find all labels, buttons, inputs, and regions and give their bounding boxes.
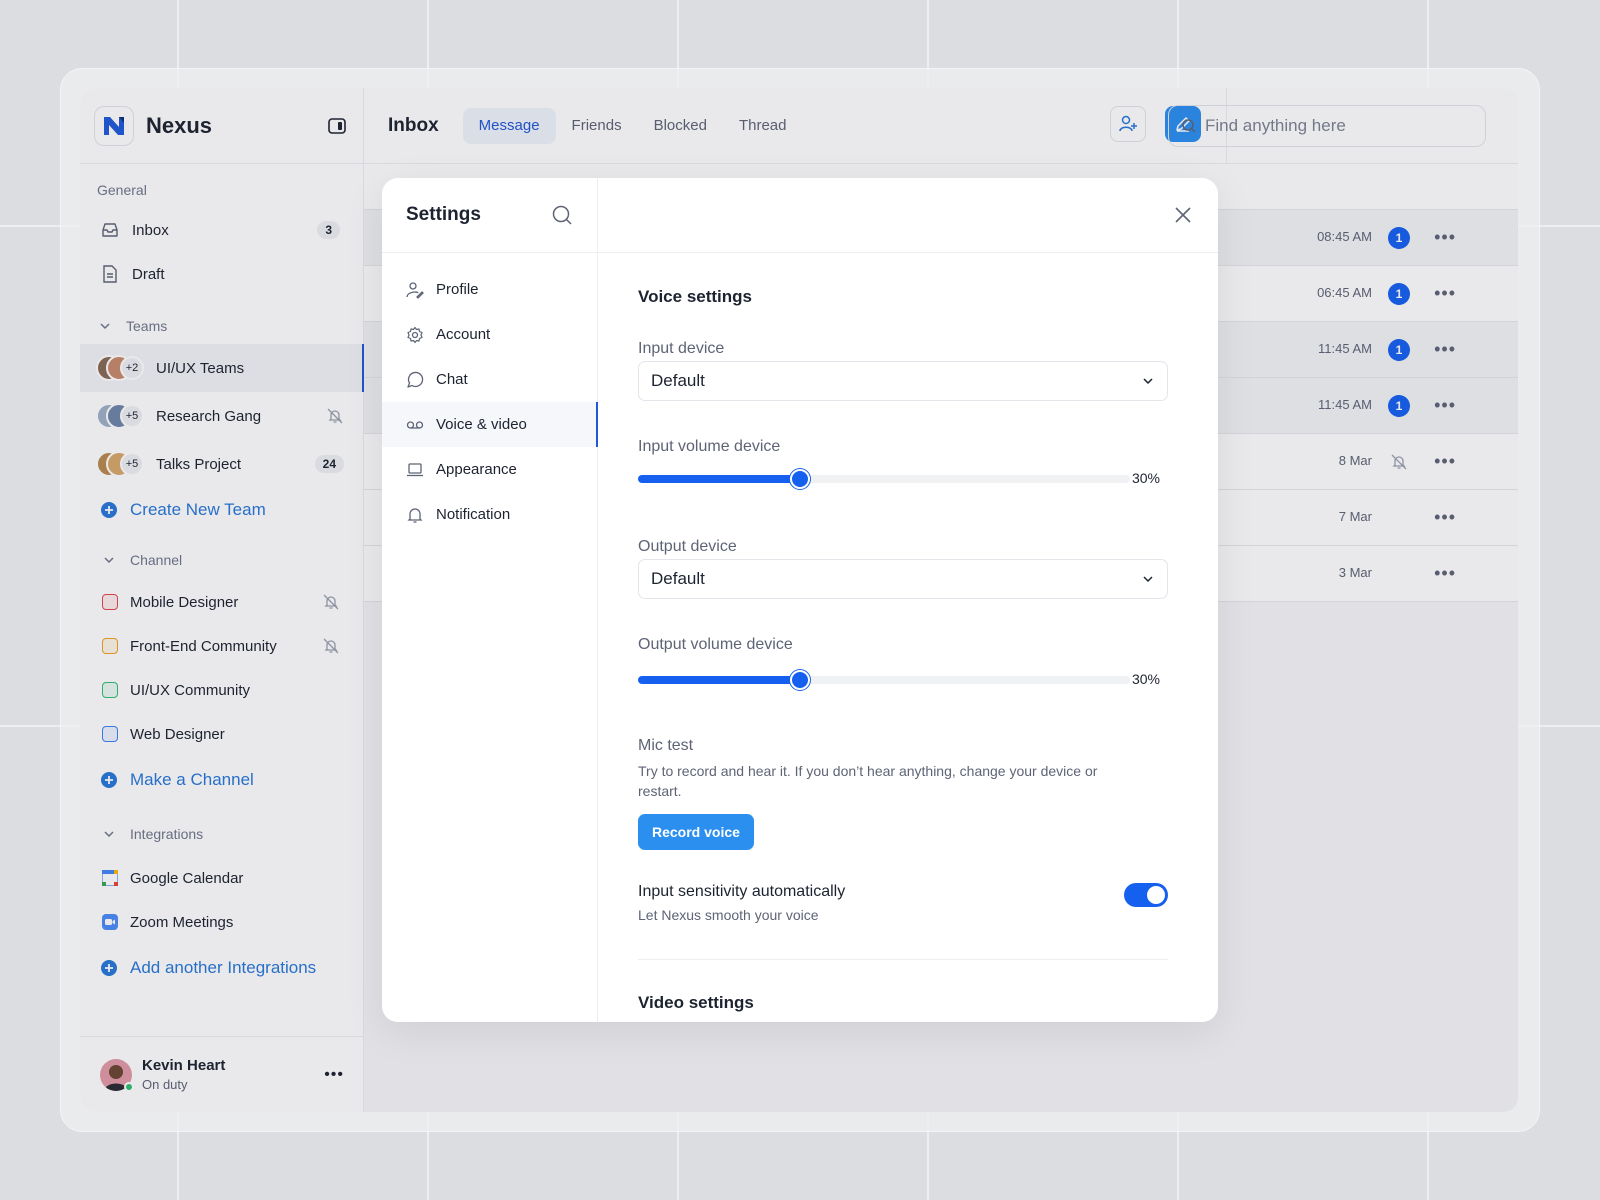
voicemail-icon (406, 416, 424, 434)
close-icon[interactable] (1172, 204, 1194, 226)
bell-icon (406, 506, 424, 524)
slider-thumb[interactable] (790, 469, 810, 489)
output-volume-label: Output volume device (638, 636, 793, 653)
search-icon[interactable] (551, 204, 573, 226)
settings-item-profile[interactable]: Profile (382, 267, 597, 312)
user-edit-icon (406, 281, 424, 299)
output-device-value: Default (651, 569, 705, 588)
settings-item-label: Appearance (436, 461, 517, 478)
chevron-down-icon (1143, 378, 1153, 385)
output-volume-value: 30% (1131, 671, 1160, 687)
input-sensitivity-row: Input sensitivity automatically Let Nexu… (638, 883, 1168, 933)
slider-fill (638, 676, 800, 684)
settings-nav: Settings Profile Account Chat Voice & vi… (382, 178, 598, 1022)
settings-item-voice-video[interactable]: Voice & video (382, 402, 598, 447)
input-sensitivity-description: Let Nexus smooth your voice (638, 907, 819, 923)
settings-item-label: Account (436, 326, 491, 343)
input-sensitivity-title: Input sensitivity automatically (638, 883, 846, 900)
output-device-label: Output device (638, 538, 737, 555)
input-volume-slider[interactable]: 30% (638, 468, 1168, 490)
record-voice-button[interactable]: Record voice (638, 814, 754, 850)
input-volume-value: 30% (1131, 470, 1160, 486)
slider-track (638, 670, 1130, 690)
input-device-value: Default (651, 371, 705, 390)
settings-item-chat[interactable]: Chat (382, 357, 597, 402)
settings-item-label: Chat (436, 371, 468, 388)
slider-thumb[interactable] (790, 670, 810, 690)
output-volume-slider[interactable]: 30% (638, 669, 1168, 691)
gear-icon (406, 326, 424, 344)
settings-content: Voice settings Input device Default Inpu… (598, 178, 1218, 1022)
settings-item-label: Voice & video (436, 416, 527, 433)
settings-content-header (598, 178, 1218, 253)
laptop-icon (406, 461, 424, 479)
toggle-knob (1147, 886, 1165, 904)
settings-title: Settings (406, 204, 481, 225)
input-sensitivity-toggle[interactable] (1124, 883, 1168, 907)
settings-modal: Settings Profile Account Chat Voice & vi… (382, 178, 1218, 1022)
input-volume-label: Input volume device (638, 438, 781, 455)
slider-track (638, 469, 1130, 489)
chevron-down-icon (1143, 576, 1153, 583)
divider (638, 959, 1168, 960)
settings-nav-header: Settings (382, 178, 597, 253)
voice-settings-title: Voice settings (638, 287, 752, 306)
settings-item-appearance[interactable]: Appearance (382, 447, 597, 492)
settings-item-notification[interactable]: Notification (382, 492, 597, 537)
mic-test-description: Try to record and hear it. If you don’t … (638, 763, 1098, 799)
input-device-label: Input device (638, 340, 725, 357)
slider-fill (638, 475, 800, 483)
settings-item-account[interactable]: Account (382, 312, 597, 357)
settings-item-label: Profile (436, 281, 479, 298)
video-settings-title: Video settings (638, 993, 754, 1012)
input-device-select[interactable]: Default (638, 361, 1168, 401)
output-device-select[interactable]: Default (638, 559, 1168, 599)
mic-test-title: Mic test (638, 737, 694, 754)
chat-bubble-icon (406, 371, 424, 389)
settings-item-label: Notification (436, 506, 511, 523)
